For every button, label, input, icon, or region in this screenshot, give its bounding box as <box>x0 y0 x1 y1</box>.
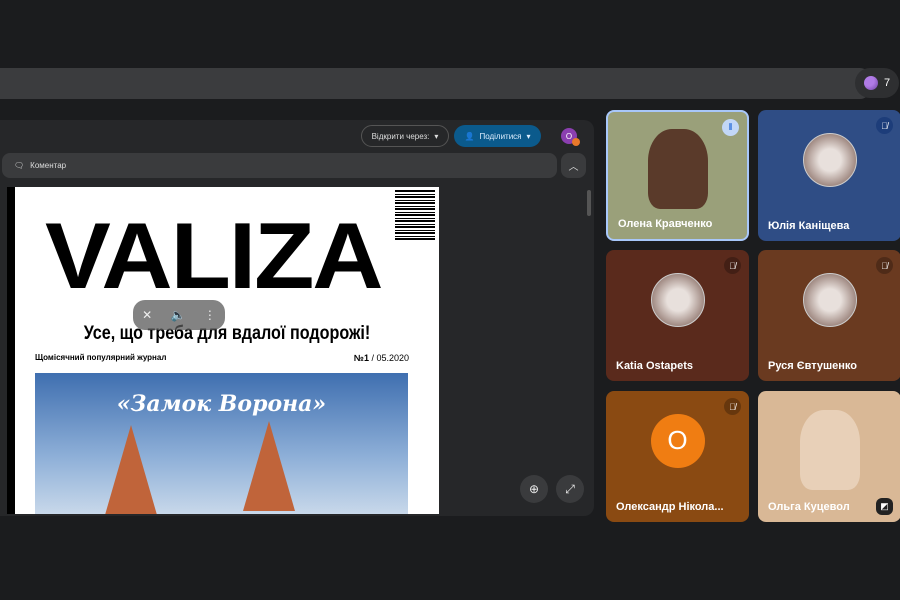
page-edge <box>7 187 15 514</box>
speaking-icon: ⦀ <box>722 119 739 136</box>
document-page: VALIZA Усе, що треба для вдалої подорожі… <box>15 187 439 514</box>
avatar <box>802 272 857 327</box>
participant-name: Руся Євтушенко <box>768 360 858 372</box>
participant-tile[interactable]: ◩ Ольга Куцевол <box>758 391 900 522</box>
avatar-initial: О <box>565 131 573 141</box>
participant-video <box>647 129 708 210</box>
scrollbar[interactable] <box>587 190 591 216</box>
zoom-button[interactable]: ⊕ <box>520 475 548 503</box>
cover-photo: «Замок Ворона» <box>35 373 408 514</box>
tagline: Усе, що треба для вдалої подорожі! <box>83 323 371 344</box>
share-label: Поділитися <box>479 131 522 141</box>
user-avatar[interactable]: О <box>561 128 580 146</box>
participant-tile[interactable]: О 🎙̸ Олександр Нікола... <box>606 391 749 522</box>
tile-hover-controls: ✕ 🔈 ⋮ <box>133 300 225 330</box>
participants-count: 7 <box>883 77 891 89</box>
collapse-button[interactable]: ︿ <box>561 153 586 178</box>
volume-icon[interactable]: 🔈 <box>171 308 186 322</box>
chevron-down-icon: ▾ <box>526 131 531 141</box>
issue-info: №1 / 05.2020 <box>354 353 409 363</box>
badge <box>572 138 580 146</box>
issue-number: №1 <box>353 353 369 363</box>
participant-tile[interactable]: 🎙̸ Katia Ostapets <box>606 250 749 381</box>
avatar <box>650 272 705 327</box>
participant-tile[interactable]: 🎙̸ Юлія Каніщева <box>758 110 900 241</box>
issue-date: / 05.2020 <box>368 353 409 363</box>
fullscreen-button[interactable]: ⤢ <box>556 475 584 503</box>
photo-title: «Замок Ворона» <box>116 391 327 417</box>
zoom-in-icon: ⊕ <box>528 482 540 496</box>
barcode <box>395 190 435 240</box>
avatar: О <box>650 413 705 468</box>
person-add-icon: 👤 <box>464 131 475 141</box>
participant-tile[interactable]: ⦀ Олена Кравченко <box>606 110 749 241</box>
comment-bar[interactable]: 🗨 Коментар <box>2 153 557 178</box>
subtitle: Щомісячний популярний журнал <box>35 353 167 362</box>
tower <box>105 425 157 514</box>
mic-off-icon: 🎙̸ <box>724 257 741 274</box>
avatar <box>863 76 878 90</box>
participants-button[interactable]: 7 <box>855 68 899 98</box>
pin-off-icon[interactable]: ✕ <box>142 308 152 322</box>
avatar <box>802 132 857 187</box>
share-button[interactable]: 👤 Поділитися ▾ <box>454 125 541 147</box>
more-vert-icon[interactable]: ⋮ <box>204 308 216 322</box>
comment-icon: 🗨 <box>14 161 25 170</box>
tower <box>243 421 295 511</box>
mic-off-icon: 🎙̸ <box>876 257 893 274</box>
comment-label: Коментар <box>30 161 67 170</box>
participant-name: Ольга Куцевол <box>768 501 850 513</box>
picture-in-picture-icon[interactable]: ◩ <box>876 498 893 515</box>
participant-video <box>799 409 860 490</box>
participant-name: Олена Кравченко <box>618 218 713 230</box>
open-with-button[interactable]: Відкрити через: ▾ <box>361 125 449 147</box>
chevron-down-icon: ▾ <box>434 131 439 141</box>
top-bar <box>0 68 870 99</box>
participant-tile[interactable]: 🎙̸ Руся Євтушенко <box>758 250 900 381</box>
mic-off-icon: 🎙̸ <box>876 117 893 134</box>
fullscreen-icon: ⤢ <box>565 481 575 496</box>
open-with-label: Відкрити через: <box>371 131 430 141</box>
mic-off-icon: 🎙̸ <box>724 398 741 415</box>
participant-name: Юлія Каніщева <box>768 220 850 232</box>
participant-name: Олександр Нікола... <box>616 501 724 513</box>
chevron-up-icon: ︿ <box>568 162 579 173</box>
magazine-title: VALIZA <box>45 203 384 308</box>
participant-name: Katia Ostapets <box>616 360 694 372</box>
